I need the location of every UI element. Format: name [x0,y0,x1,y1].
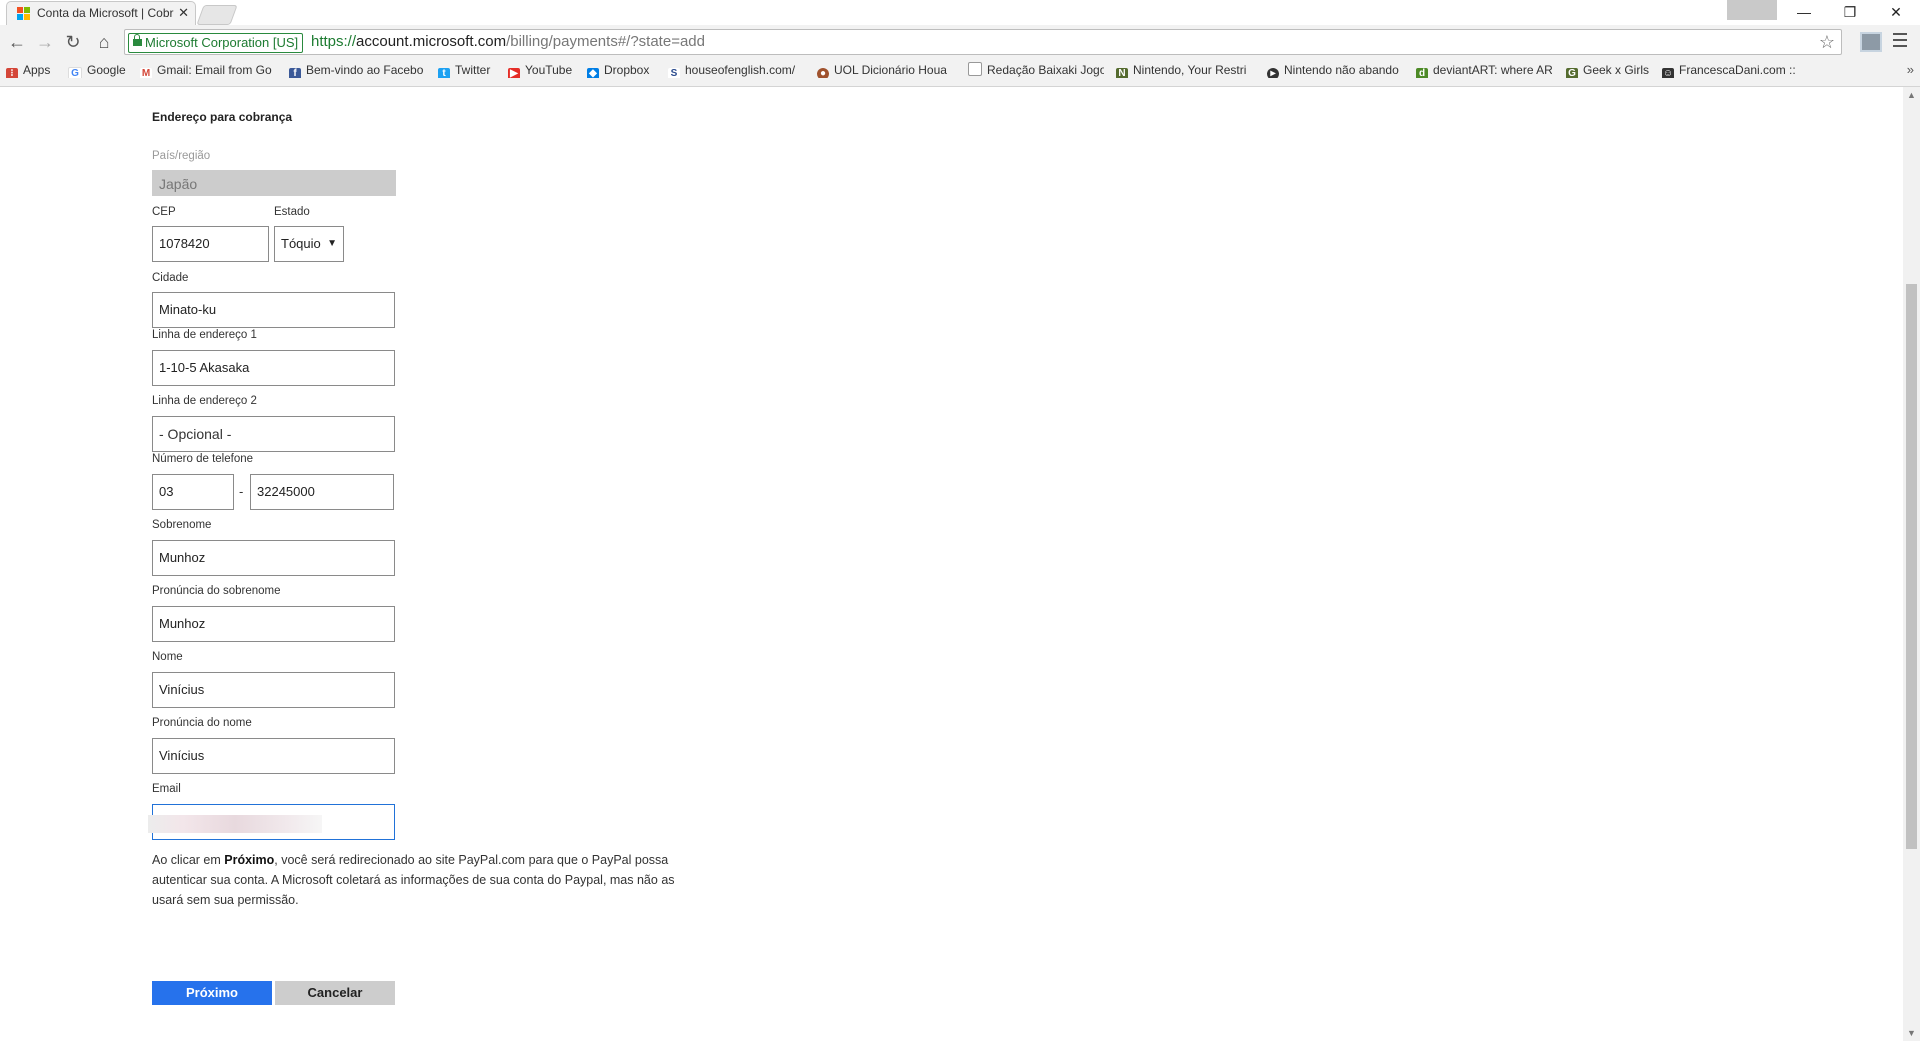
tab-strip: Conta da Microsoft | Cobr ✕ — ❐ ✕ [0,0,1920,25]
bookmark-nintendo-restrict[interactable]: N Nintendo, Your Restri [1116,62,1252,78]
url-scheme: https:// [311,33,357,50]
url-text: https://account.microsoft.com/billing/pa… [311,33,705,51]
page-icon [968,62,982,76]
restore-button[interactable]: ❐ [1828,0,1872,24]
tab-close-icon[interactable]: ✕ [178,5,189,21]
microsoft-logo-icon [17,7,31,21]
bookmark-apps[interactable]: ⁝ Apps [6,62,58,78]
phone-separator: - [239,484,244,499]
phone-number-input[interactable]: 32245000 [250,474,394,510]
notice-next-bold: Próximo [224,853,275,867]
uol-icon: ● [817,68,829,78]
cep-input[interactable]: 1078420 [152,226,269,262]
apps-grid-icon: ⁝ [6,68,18,78]
youtube-icon: ▶ [508,68,520,78]
bookmark-star-icon[interactable]: ☆ [1819,32,1835,53]
twitter-icon: t [438,68,450,78]
mask-icon: ☺ [1662,68,1674,78]
more-bookmarks-icon[interactable]: » [1907,62,1914,77]
bookmark-baixaki[interactable]: Redação Baixaki Jogo [968,62,1104,78]
nintendo-icon: N [1116,68,1128,78]
country-field: Japão [152,170,396,196]
secure-indicator[interactable]: Microsoft Corporation [US] [128,33,304,53]
scroll-thumb[interactable] [1906,284,1917,849]
country-label: País/região [152,150,211,162]
surname-pronunciation-input[interactable]: Munhoz [152,606,395,642]
browser-toolbar: ← → ↻ ⌂ Microsoft Corporation [US] https… [0,26,1920,58]
bookmark-francescadani[interactable]: ☺ FrancescaDani.com :: [1662,62,1798,78]
address1-label: Linha de endereço 1 [152,329,257,341]
url-host: account.microsoft.com [356,33,507,50]
name-input[interactable]: Vinícius [152,672,395,708]
cancel-button[interactable]: Cancelar [275,981,395,1005]
bookmark-youtube[interactable]: ▶ YouTube [508,62,576,78]
vertical-scrollbar[interactable]: ▲ ▼ [1903,87,1920,1041]
address1-input[interactable]: 1-10-5 Akasaka [152,350,395,386]
menu-icon[interactable] [1893,33,1907,51]
address-bar[interactable]: Microsoft Corporation [US] https://accou… [124,29,1842,55]
surname-label: Sobrenome [152,519,212,531]
scroll-down-arrow-icon[interactable]: ▼ [1907,1028,1916,1038]
secure-label: Microsoft Corporation [US] [145,35,299,50]
bookmark-dropbox[interactable]: ◆ Dropbox [587,62,657,78]
dropbox-icon: ◆ [587,68,599,78]
bookmark-nintendo-abandona[interactable]: ▸ Nintendo não abando [1267,62,1403,78]
bookmarks-bar: ⁝ Apps G Google M Gmail: Email from Go f Bem… [0,59,1920,81]
bookmark-twitter[interactable]: t Twitter [438,62,498,78]
name-label: Nome [152,651,183,663]
forward-arrow-icon[interactable]: → [32,30,58,54]
profile-button[interactable] [1727,0,1777,20]
scroll-up-arrow-icon[interactable]: ▲ [1907,90,1916,100]
dropdown-arrow-icon: ▼ [327,238,337,249]
redacted-email [148,815,322,833]
city-label: Cidade [152,272,189,284]
geek-icon: G [1566,68,1578,78]
bookmark-gmail[interactable]: M Gmail: Email from Go [140,62,276,78]
reload-icon[interactable]: ↻ [60,30,86,54]
phone-area-input[interactable]: 03 [152,474,234,510]
next-button[interactable]: Próximo [152,981,272,1005]
cep-label: CEP [152,206,176,218]
extension-icon[interactable] [1860,32,1882,52]
surname-input[interactable]: Munhoz [152,540,395,576]
city-input[interactable]: Minato-ku [152,292,395,328]
facebook-icon: f [289,68,301,78]
deviantart-icon: d [1416,68,1428,78]
home-icon[interactable]: ⌂ [91,30,117,54]
phone-label: Número de telefone [152,453,254,465]
name-pronunciation-input[interactable]: Vinícius [152,738,395,774]
google-icon: G [68,67,82,78]
email-label: Email [152,783,181,795]
browser-chrome: Conta da Microsoft | Cobr ✕ — ❐ ✕ ← → ↻ … [0,0,1920,87]
s-icon: S [668,68,680,78]
browser-tab[interactable]: Conta da Microsoft | Cobr ✕ [6,1,196,25]
state-value: Tóquio [281,236,321,251]
lock-icon [133,34,142,47]
bookmark-facebook[interactable]: f Bem-vindo ao Facebo [289,62,425,78]
back-arrow-icon[interactable]: ← [4,30,30,54]
bookmark-houseofenglish[interactable]: Shouseofenglish.com/ [668,62,804,78]
new-tab-button[interactable] [196,5,238,25]
bookmark-deviantart[interactable]: d deviantART: where AR [1416,62,1552,78]
surname-pronunciation-label: Pronúncia do sobrenome [152,585,281,597]
state-select[interactable]: Tóquio ▼ [274,226,344,262]
minimize-button[interactable]: — [1782,0,1826,24]
billing-address-title: Endereço para cobrança [152,110,293,124]
state-label: Estado [274,206,310,218]
bookmark-geek-x-girls[interactable]: G Geek x Girls [1566,62,1654,78]
gmail-icon: M [140,68,152,78]
tab-title: Conta da Microsoft | Cobr [37,6,174,20]
url-path: /billing/payments#/?state=add [506,33,705,50]
close-window-button[interactable]: ✕ [1874,0,1918,24]
paypal-notice: Ao clicar em Próximo, você será redireci… [152,853,675,907]
bookmark-google[interactable]: G Google [68,62,130,78]
play-icon: ▸ [1267,68,1279,78]
bookmark-uol[interactable]: ● UOL Dicionário Houa [817,62,953,78]
address2-input[interactable]: - Opcional - [152,416,395,452]
address2-label: Linha de endereço 2 [152,395,257,407]
name-pronunciation-label: Pronúncia do nome [152,717,252,729]
